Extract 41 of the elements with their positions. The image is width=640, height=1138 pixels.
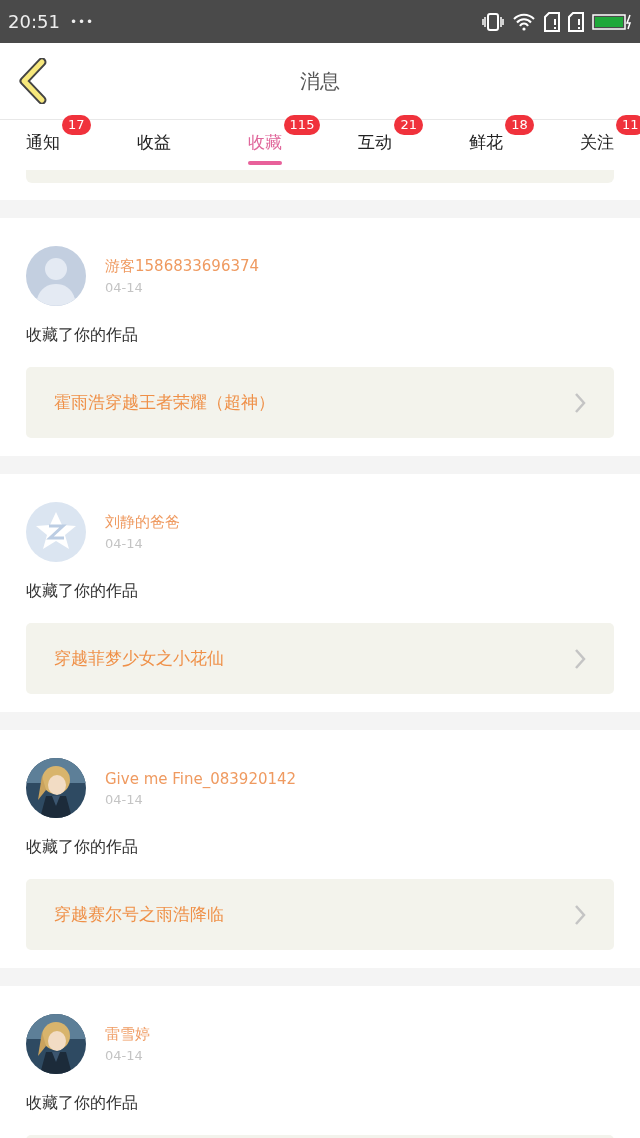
sim-icon	[568, 11, 584, 32]
date-text: 04-14	[105, 791, 144, 807]
page-title: 消息	[300, 67, 340, 95]
action-text: 收藏了你的作品	[26, 836, 139, 858]
work-card[interactable]: 穿越菲梦少女之小花仙	[26, 623, 614, 694]
wifi-icon	[512, 12, 536, 31]
tab[interactable]: 通知	[26, 132, 60, 152]
user-name[interactable]: 游客1586833696374	[105, 257, 260, 276]
vibrate-icon	[482, 12, 504, 31]
tab[interactable]: 互动	[358, 132, 393, 152]
tab[interactable]: 收藏	[247, 132, 282, 152]
date-text: 04-14	[105, 280, 144, 295]
tab[interactable]: 关注	[580, 132, 614, 152]
status-time: 20:51	[8, 11, 60, 32]
chevron-right-icon	[574, 903, 586, 926]
date-text: 04-14	[105, 536, 144, 551]
chevron-right-icon	[574, 391, 586, 414]
count-badge: 17	[62, 115, 91, 135]
tab-underline	[247, 161, 282, 165]
chevron-right-icon	[574, 647, 586, 670]
date-text: 04-14	[105, 1048, 144, 1063]
status-dots: •••	[69, 14, 95, 29]
count-badge: 18	[505, 115, 534, 135]
user-name[interactable]: 刘静的爸爸	[105, 513, 180, 532]
action-text: 收藏了你的作品	[26, 1092, 139, 1114]
back-button[interactable]	[16, 58, 48, 104]
count-badge: 115	[283, 115, 321, 135]
battery-charging-icon	[592, 12, 632, 31]
avatar-icon	[26, 246, 86, 306]
action-text: 收藏了你的作品	[26, 580, 139, 602]
user-name[interactable]: Give me Fine_083920142	[105, 769, 297, 788]
count-badge: 21	[394, 115, 423, 135]
action-text: 收藏了你的作品	[26, 324, 139, 346]
tab[interactable]: 鲜花	[469, 132, 504, 152]
count-badge: 11	[616, 115, 640, 135]
user-name[interactable]: 雷雪婷	[105, 1025, 150, 1044]
avatar-icon	[26, 502, 86, 562]
work-card[interactable]: 穿越赛尔号之雨浩降临	[26, 879, 614, 950]
sim-icon	[544, 11, 560, 32]
tab[interactable]: 收益	[136, 132, 171, 152]
work-card[interactable]: 霍雨浩穿越王者荣耀（超神）	[26, 367, 614, 438]
